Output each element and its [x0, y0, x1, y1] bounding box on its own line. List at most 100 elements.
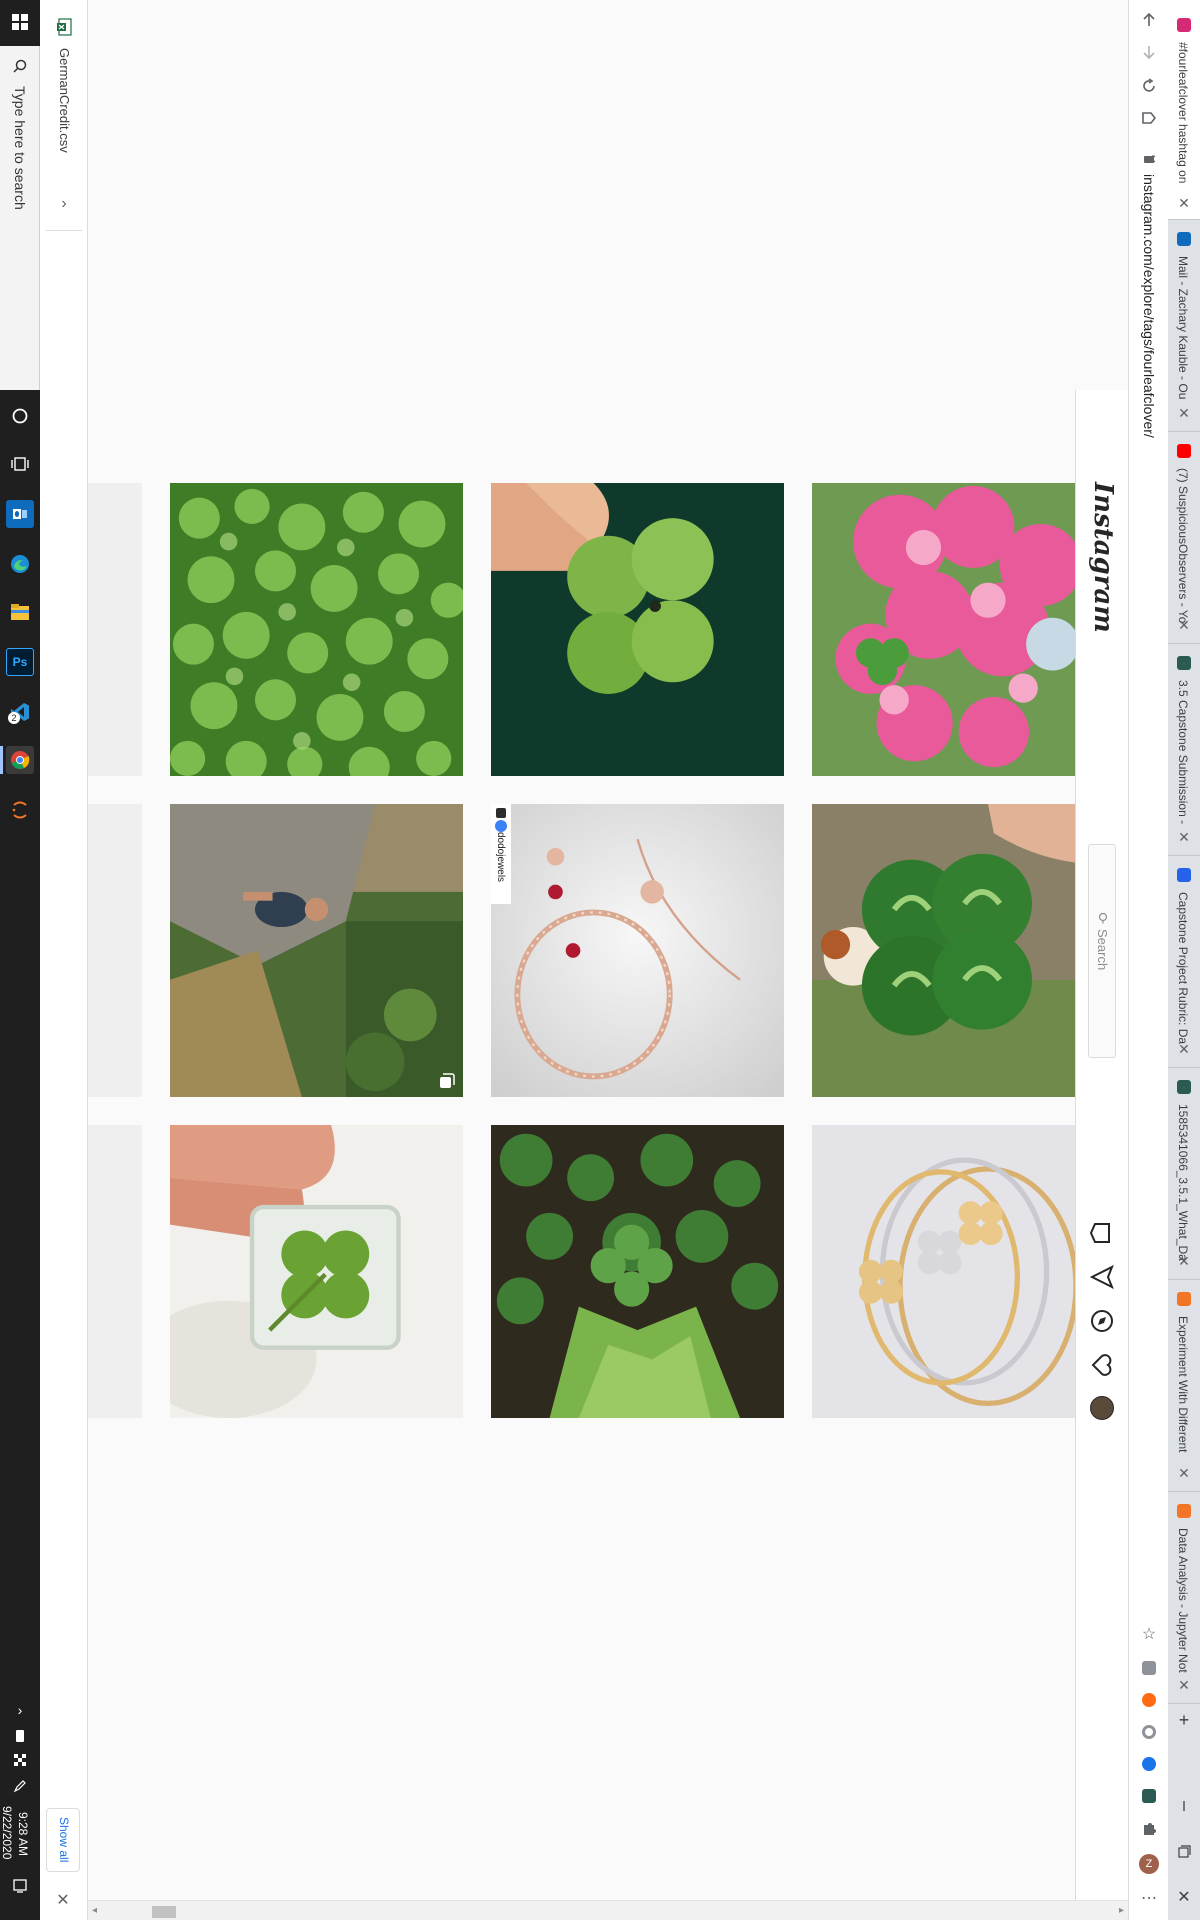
activity-heart-icon[interactable] — [1089, 1352, 1115, 1378]
windows-taskbar: Type here to search Ps 2 › 9:28 AM 9/22/… — [0, 0, 40, 1920]
blue-extension-icon[interactable] — [1139, 1754, 1159, 1774]
tab-title: Capstone Project Rubric: Da — [1176, 892, 1190, 1045]
tab-close-icon[interactable]: ✕ — [1177, 830, 1191, 844]
blue-extension-badge — [1142, 1757, 1156, 1771]
tab-close-icon[interactable]: ✕ — [1177, 406, 1191, 420]
tab-instagram-fourleafclover[interactable]: #fourleafclover hashtag on ✕ — [1168, 0, 1200, 220]
reload-icon[interactable] — [1139, 76, 1159, 96]
profile-avatar-icon[interactable] — [1090, 1396, 1114, 1420]
site-lock-icon — [1143, 152, 1157, 164]
network-icon[interactable] — [6, 1746, 34, 1774]
notifications-icon[interactable] — [6, 1872, 34, 1900]
instagram-favicon — [1177, 18, 1191, 32]
windows-start-icon[interactable] — [6, 8, 34, 36]
tab-experiment[interactable]: Experiment With Different ✕ — [1168, 1280, 1200, 1492]
post-tile-held-four-leaf-clover[interactable] — [491, 483, 784, 776]
downloads-shelf: GermanCredit.csv › Show all ✕ — [40, 0, 88, 1920]
instagram-search-placeholder: Search — [1095, 929, 1110, 971]
download-file-name: GermanCredit.csv — [57, 48, 72, 153]
scrollbar-thumb[interactable] — [152, 1906, 176, 1918]
circle-extension-icon[interactable] — [1139, 1722, 1159, 1742]
evernote-icon[interactable] — [1139, 1786, 1159, 1806]
honey-badge — [1142, 1693, 1156, 1707]
bookmark-star-icon[interactable]: ☆ — [1139, 1624, 1159, 1644]
tab-title: Mail - Zachary Kauble - Ou — [1176, 256, 1190, 400]
file-explorer-icon[interactable] — [6, 598, 34, 626]
download-item[interactable]: GermanCredit.csv › — [44, 10, 84, 230]
chrome-icon[interactable] — [6, 746, 34, 774]
extensions-puzzle-icon[interactable] — [1139, 1820, 1159, 1840]
page-viewport: dodojewels — [88, 0, 1088, 1900]
post-account-name: dodojewels — [495, 832, 506, 883]
task-view-icon[interactable] — [6, 450, 34, 478]
cortana-icon[interactable] — [6, 402, 34, 430]
window-restore-icon[interactable] — [1174, 1842, 1194, 1862]
scroll-right-arrow-icon[interactable]: ▸ — [1119, 1905, 1124, 1916]
edge-icon[interactable] — [6, 550, 34, 578]
taskbar-search-box[interactable]: Type here to search — [0, 46, 40, 390]
home-icon[interactable] — [1089, 1220, 1115, 1246]
download-options-chevron-icon[interactable]: › — [56, 196, 72, 212]
window-minimize-icon[interactable] — [1174, 1796, 1194, 1816]
jupyter-icon[interactable] — [6, 796, 34, 824]
tab-close-icon[interactable]: ✕ — [1177, 1042, 1191, 1056]
home-button-icon[interactable] — [1139, 108, 1159, 128]
address-bar[interactable]: instagram.com/explore/tags/fourleafclove… — [1133, 142, 1165, 1592]
post-tile-rose-gold-jewelry[interactable]: dodojewels — [491, 804, 784, 1097]
photoshop-icon[interactable]: Ps — [6, 648, 34, 676]
new-tab-button[interactable]: + — [1174, 1710, 1194, 1730]
show-all-label: Show all — [57, 1817, 71, 1863]
vscode-icon[interactable]: 2 — [6, 698, 34, 726]
post-account-label: dodojewels — [491, 804, 511, 904]
profile-avatar-icon[interactable]: Z — [1139, 1854, 1159, 1874]
tab-strip: #fourleafclover hashtag on ✕ Mail - Zach… — [1168, 0, 1200, 1920]
direct-message-icon[interactable] — [1089, 1264, 1115, 1290]
scroll-left-arrow-icon[interactable]: ◂ — [92, 1905, 97, 1916]
tab-title: (7) SuspiciousObservers - Yo — [1176, 468, 1190, 624]
horizontal-scrollbar[interactable]: ◂ ▸ — [88, 1900, 1128, 1920]
tab-close-icon[interactable]: ✕ — [1177, 1466, 1191, 1480]
grammarly-icon[interactable] — [1139, 1658, 1159, 1678]
partial-post-placeholder — [88, 1125, 142, 1418]
post-tile-pink-flowers-clover[interactable] — [812, 483, 1076, 776]
tab-what-data[interactable]: 1585341066_3.5.1_What_Da ✕ — [1168, 1068, 1200, 1280]
browser-toolbar: instagram.com/explore/tags/fourleafclove… — [1128, 0, 1168, 1920]
show-all-button[interactable]: Show all — [46, 1808, 80, 1872]
instagram-logo[interactable]: Instagram — [1088, 482, 1118, 633]
tab-close-icon[interactable]: ✕ — [1177, 1678, 1191, 1692]
instagram-search-input[interactable]: Search — [1088, 844, 1116, 1058]
tab-title: Data Analysis - Jupyter Not — [1176, 1528, 1190, 1673]
honey-icon[interactable] — [1139, 1690, 1159, 1710]
outlook-icon[interactable] — [6, 500, 34, 528]
download-divider — [46, 230, 82, 231]
tab-youtube[interactable]: (7) SuspiciousObservers - Yo ✕ — [1168, 432, 1200, 644]
close-downloads-icon[interactable]: ✕ — [54, 1892, 72, 1910]
chrome-menu-icon[interactable]: ⋯ — [1139, 1888, 1159, 1908]
tab-close-icon[interactable]: ✕ — [1177, 196, 1191, 210]
post-tile-clover-bangles[interactable] — [812, 1125, 1076, 1418]
account-avatar-icon — [495, 820, 507, 832]
forward-arrow-icon[interactable] — [1139, 42, 1159, 62]
excel-file-icon — [56, 18, 74, 36]
tab-close-icon[interactable]: ✕ — [1177, 618, 1191, 632]
tab-title: 1585341066_3.5.1_What_Da — [1176, 1104, 1190, 1261]
post-tile-large-clover-with-puppy[interactable] — [812, 804, 1076, 1097]
post-tile-clover-in-resin[interactable] — [170, 1125, 463, 1418]
back-arrow-icon[interactable] — [1139, 10, 1159, 30]
clock-time[interactable]: 9:28 AM — [16, 1812, 30, 1856]
tray-overflow-chevron-icon[interactable]: › — [6, 1696, 34, 1724]
tab-capstone-rubric[interactable]: Capstone Project Rubric: Da ✕ — [1168, 856, 1200, 1068]
tab-close-icon[interactable]: ✕ — [1177, 1254, 1191, 1268]
tab-jupyter-notebook[interactable]: Data Analysis - Jupyter Not ✕ — [1168, 1492, 1200, 1704]
taskbar-search-placeholder: Type here to search — [12, 86, 28, 210]
post-tile-person-on-rock[interactable] — [170, 804, 463, 1097]
post-tile-clover-patch-strawberry-leaves[interactable] — [491, 1125, 784, 1418]
clock-date[interactable]: 9/22/2020 — [0, 1806, 14, 1859]
post-tile-clover-field[interactable] — [170, 483, 463, 776]
explore-compass-icon[interactable] — [1089, 1308, 1115, 1334]
tab-outlook-mail[interactable]: Mail - Zachary Kauble - Ou ✕ — [1168, 220, 1200, 432]
tab-capstone-submission[interactable]: 3.5 Capstone Submission - ✕ — [1168, 644, 1200, 856]
window-close-icon[interactable]: ✕ — [1174, 1888, 1194, 1908]
pen-icon[interactable] — [6, 1772, 34, 1800]
search-icon — [1097, 911, 1109, 924]
